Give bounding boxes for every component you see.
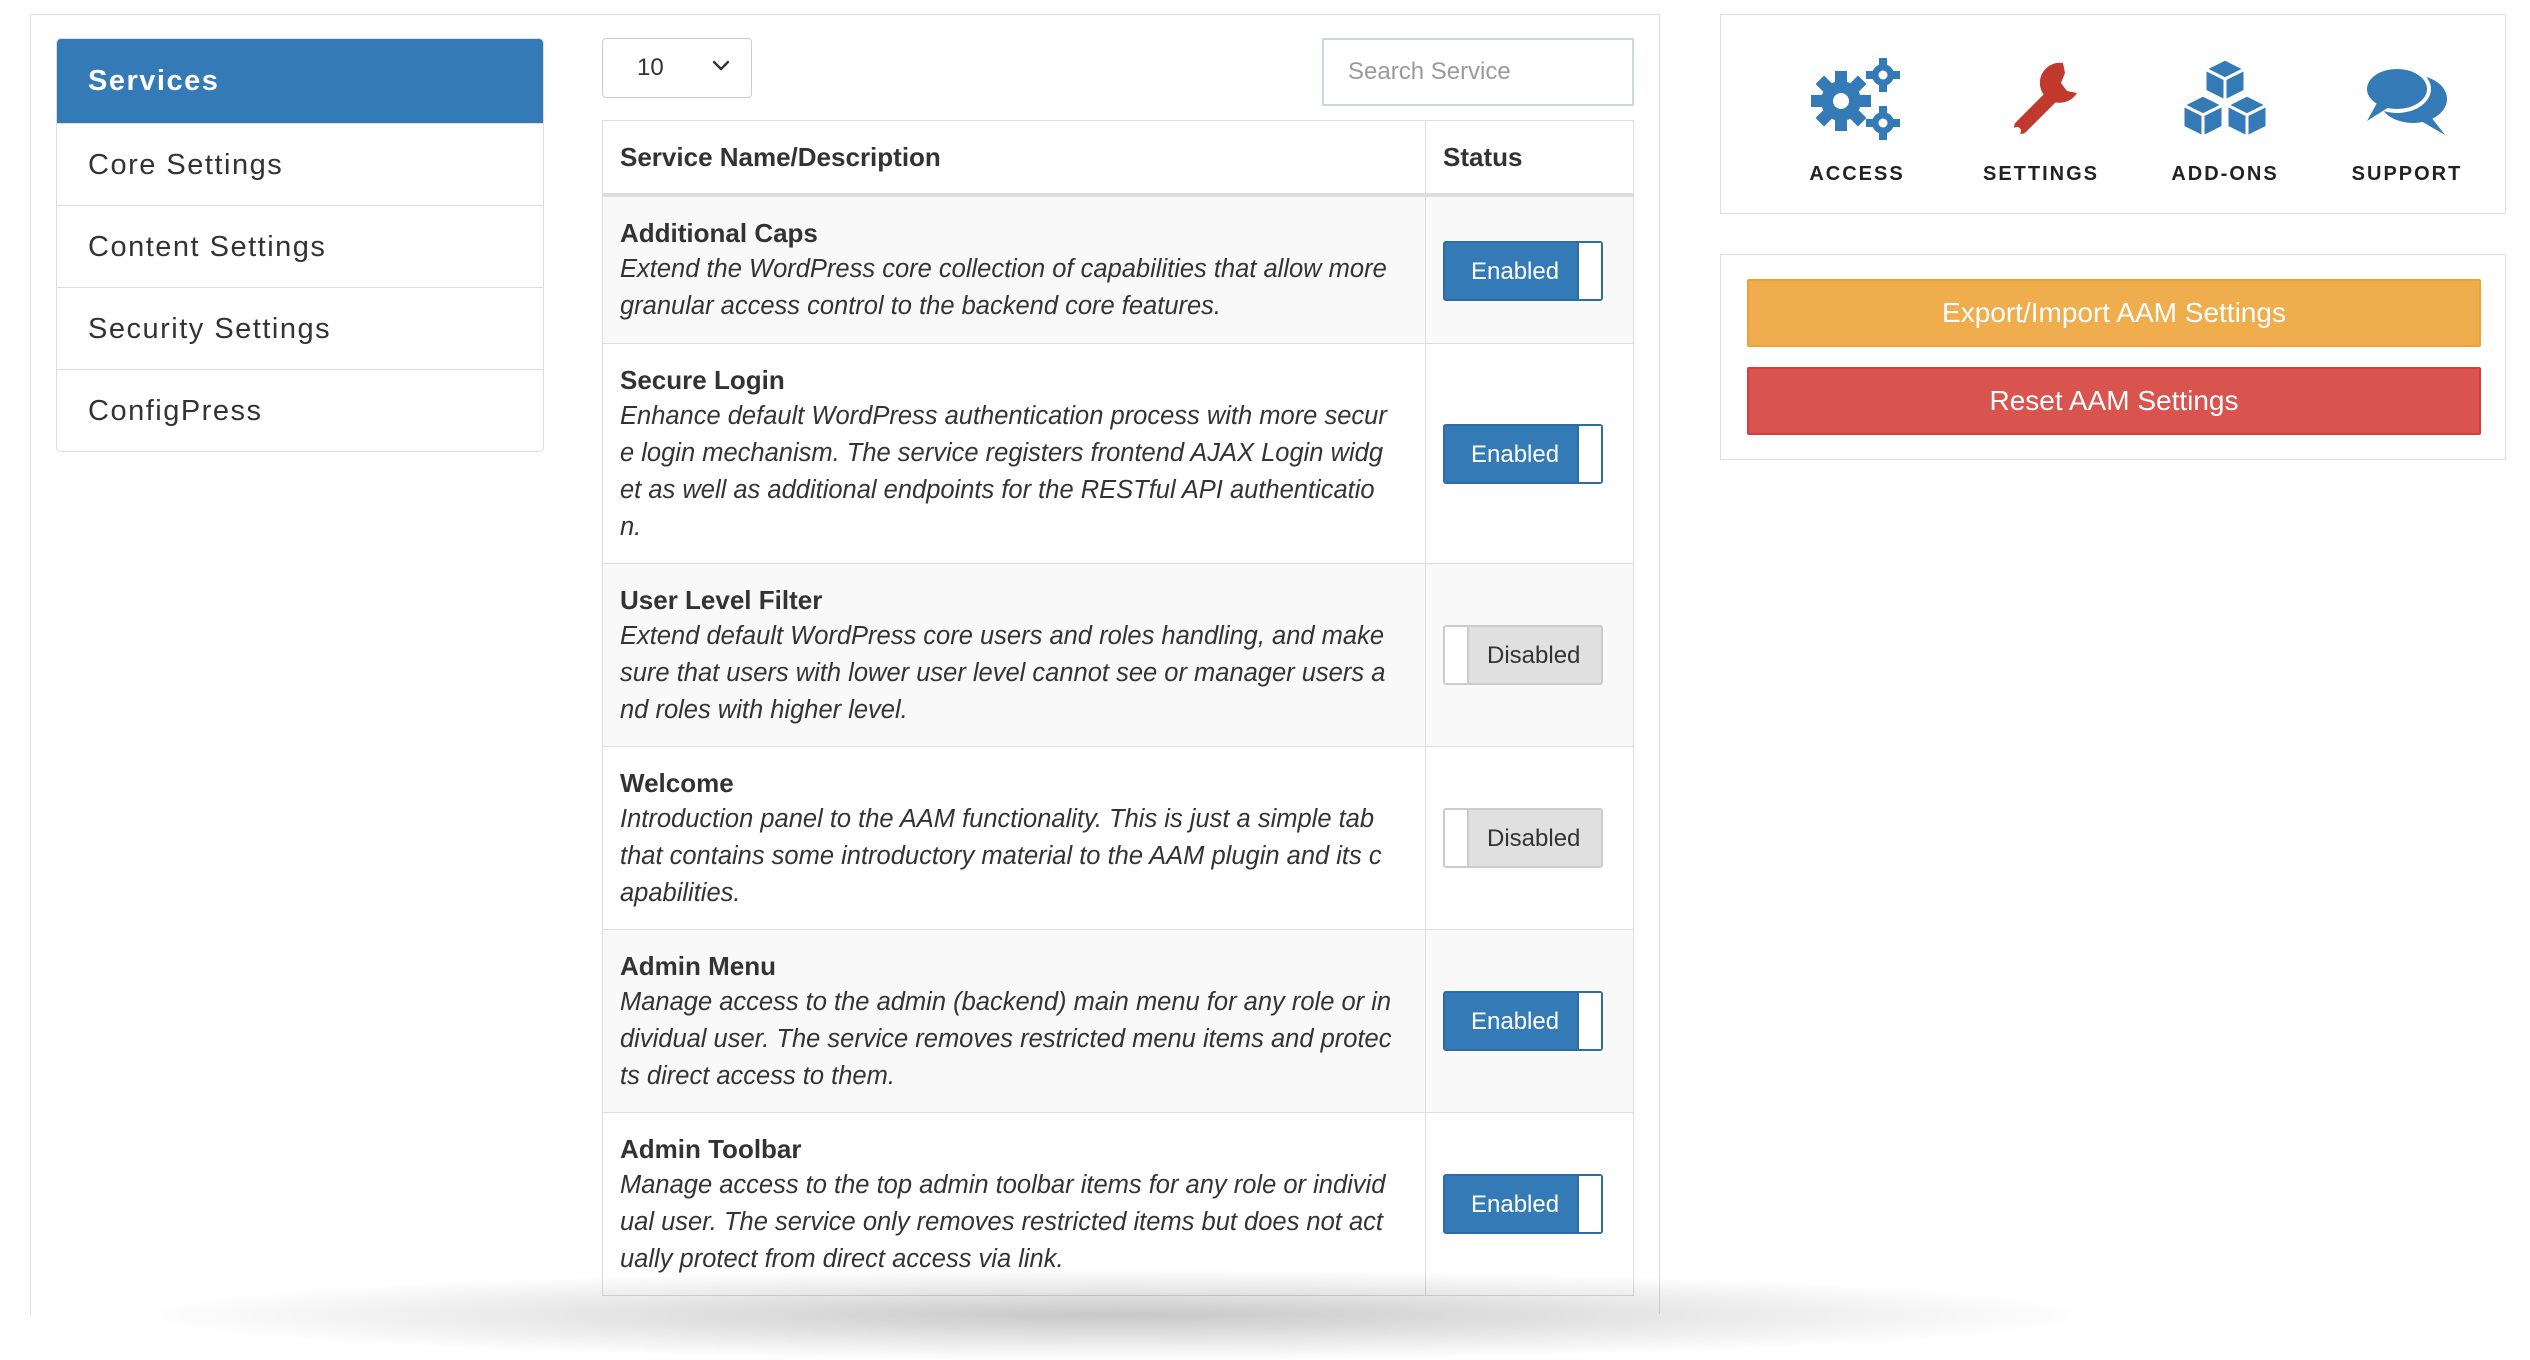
page-length-select[interactable]: 10 (602, 38, 752, 98)
service-description: Manage access to the admin (backend) mai… (620, 988, 1392, 1090)
service-name: Additional Caps (620, 218, 818, 248)
service-description: Extend the WordPress core collection of … (620, 255, 1387, 320)
status-label: Enabled (1471, 258, 1560, 285)
service-name: Welcome (620, 768, 734, 798)
nav-addons[interactable]: ADD-ONS (2155, 55, 2295, 186)
status-toggle[interactable]: Enabled (1443, 991, 1603, 1051)
wrench-icon (2013, 62, 2077, 135)
status-cell: Disabled (1426, 564, 1633, 746)
service-description: Enhance default WordPress authentication… (620, 402, 1387, 541)
toggle-knob (1577, 1176, 1601, 1232)
sidebar-item-configpress[interactable]: ConfigPress (57, 369, 543, 451)
nav-support[interactable]: SUPPORT (2337, 55, 2477, 186)
export-import-button[interactable]: Export/Import AAM Settings (1747, 279, 2481, 347)
toggle-knob (1445, 810, 1469, 866)
feature-nav: ACCESS SETTINGS ADD-ONS SUPPORT (1720, 14, 2506, 214)
table-row: User Level Filter Extend default WordPre… (603, 564, 1633, 747)
status-cell: Enabled (1426, 197, 1633, 343)
services-table: Service Name/Description Status Addition… (602, 120, 1634, 1296)
sidebar-item-services[interactable]: Services (57, 39, 543, 123)
service-cell: Welcome Introduction panel to the AAM fu… (603, 747, 1426, 929)
nav-settings-label: SETTINGS (1982, 163, 2099, 185)
reset-settings-button[interactable]: Reset AAM Settings (1747, 367, 2481, 435)
table-row: Admin Toolbar Manage access to the top a… (603, 1113, 1633, 1296)
service-cell: Additional Caps Extend the WordPress cor… (603, 197, 1426, 343)
status-toggle[interactable]: Disabled (1443, 625, 1603, 685)
nav-addons-label: ADD-ONS (2171, 163, 2279, 185)
nav-support-label: SUPPORT (2351, 163, 2463, 185)
table-row: Secure Login Enhance default WordPress a… (603, 344, 1633, 564)
status-label: Enabled (1471, 1008, 1560, 1035)
status-cell: Enabled (1426, 1113, 1633, 1295)
table-row: Admin Menu Manage access to the admin (b… (603, 930, 1633, 1113)
status-toggle[interactable]: Disabled (1443, 808, 1603, 868)
service-cell: Secure Login Enhance default WordPress a… (603, 344, 1426, 563)
comments-icon (2363, 65, 2447, 135)
sidebar-item-core-settings[interactable]: Core Settings (57, 123, 543, 205)
chevron-down-icon (712, 60, 730, 71)
sidebar-item-security-settings[interactable]: Security Settings (57, 287, 543, 369)
status-toggle[interactable]: Enabled (1443, 241, 1603, 301)
status-label: Enabled (1471, 441, 1560, 468)
search-input[interactable] (1322, 38, 1634, 106)
status-cell: Enabled (1426, 344, 1633, 563)
gears-icon (1811, 58, 1900, 140)
status-label: Disabled (1487, 825, 1581, 852)
status-cell: Enabled (1426, 930, 1633, 1112)
service-description: Manage access to the top admin toolbar i… (620, 1171, 1386, 1273)
table-header: Service Name/Description Status (603, 121, 1633, 197)
cubes-icon (2181, 57, 2269, 139)
toggle-knob (1577, 426, 1601, 482)
nav-access[interactable]: ACCESS (1787, 55, 1927, 186)
service-description: Introduction panel to the AAM functional… (620, 805, 1382, 907)
status-toggle[interactable]: Enabled (1443, 1174, 1603, 1234)
sidebar-item-content-settings[interactable]: Content Settings (57, 205, 543, 287)
service-cell: Admin Toolbar Manage access to the top a… (603, 1113, 1426, 1295)
service-cell: User Level Filter Extend default WordPre… (603, 564, 1426, 746)
toggle-knob (1445, 627, 1469, 683)
service-name: Admin Menu (620, 951, 776, 981)
page-length-value: 10 (637, 54, 664, 81)
service-description: Extend default WordPress core users and … (620, 622, 1386, 724)
nav-access-label: ACCESS (1809, 163, 1905, 185)
sidebar: Services Core Settings Content Settings … (56, 38, 544, 452)
service-name: Admin Toolbar (620, 1134, 802, 1164)
status-label: Enabled (1471, 1191, 1560, 1218)
status-cell: Disabled (1426, 747, 1633, 929)
column-header-status[interactable]: Status (1426, 121, 1633, 193)
status-toggle[interactable]: Enabled (1443, 424, 1603, 484)
service-cell: Admin Menu Manage access to the admin (b… (603, 930, 1426, 1112)
column-header-service[interactable]: Service Name/Description (603, 121, 1426, 193)
status-label: Disabled (1487, 642, 1581, 669)
nav-settings[interactable]: SETTINGS (1971, 55, 2111, 186)
toggle-knob (1577, 993, 1601, 1049)
table-row: Additional Caps Extend the WordPress cor… (603, 197, 1633, 344)
table-row: Welcome Introduction panel to the AAM fu… (603, 747, 1633, 930)
settings-actions: Export/Import AAM Settings Reset AAM Set… (1720, 254, 2506, 460)
service-name: Secure Login (620, 365, 785, 395)
toggle-knob (1577, 243, 1601, 299)
service-name: User Level Filter (620, 585, 823, 615)
